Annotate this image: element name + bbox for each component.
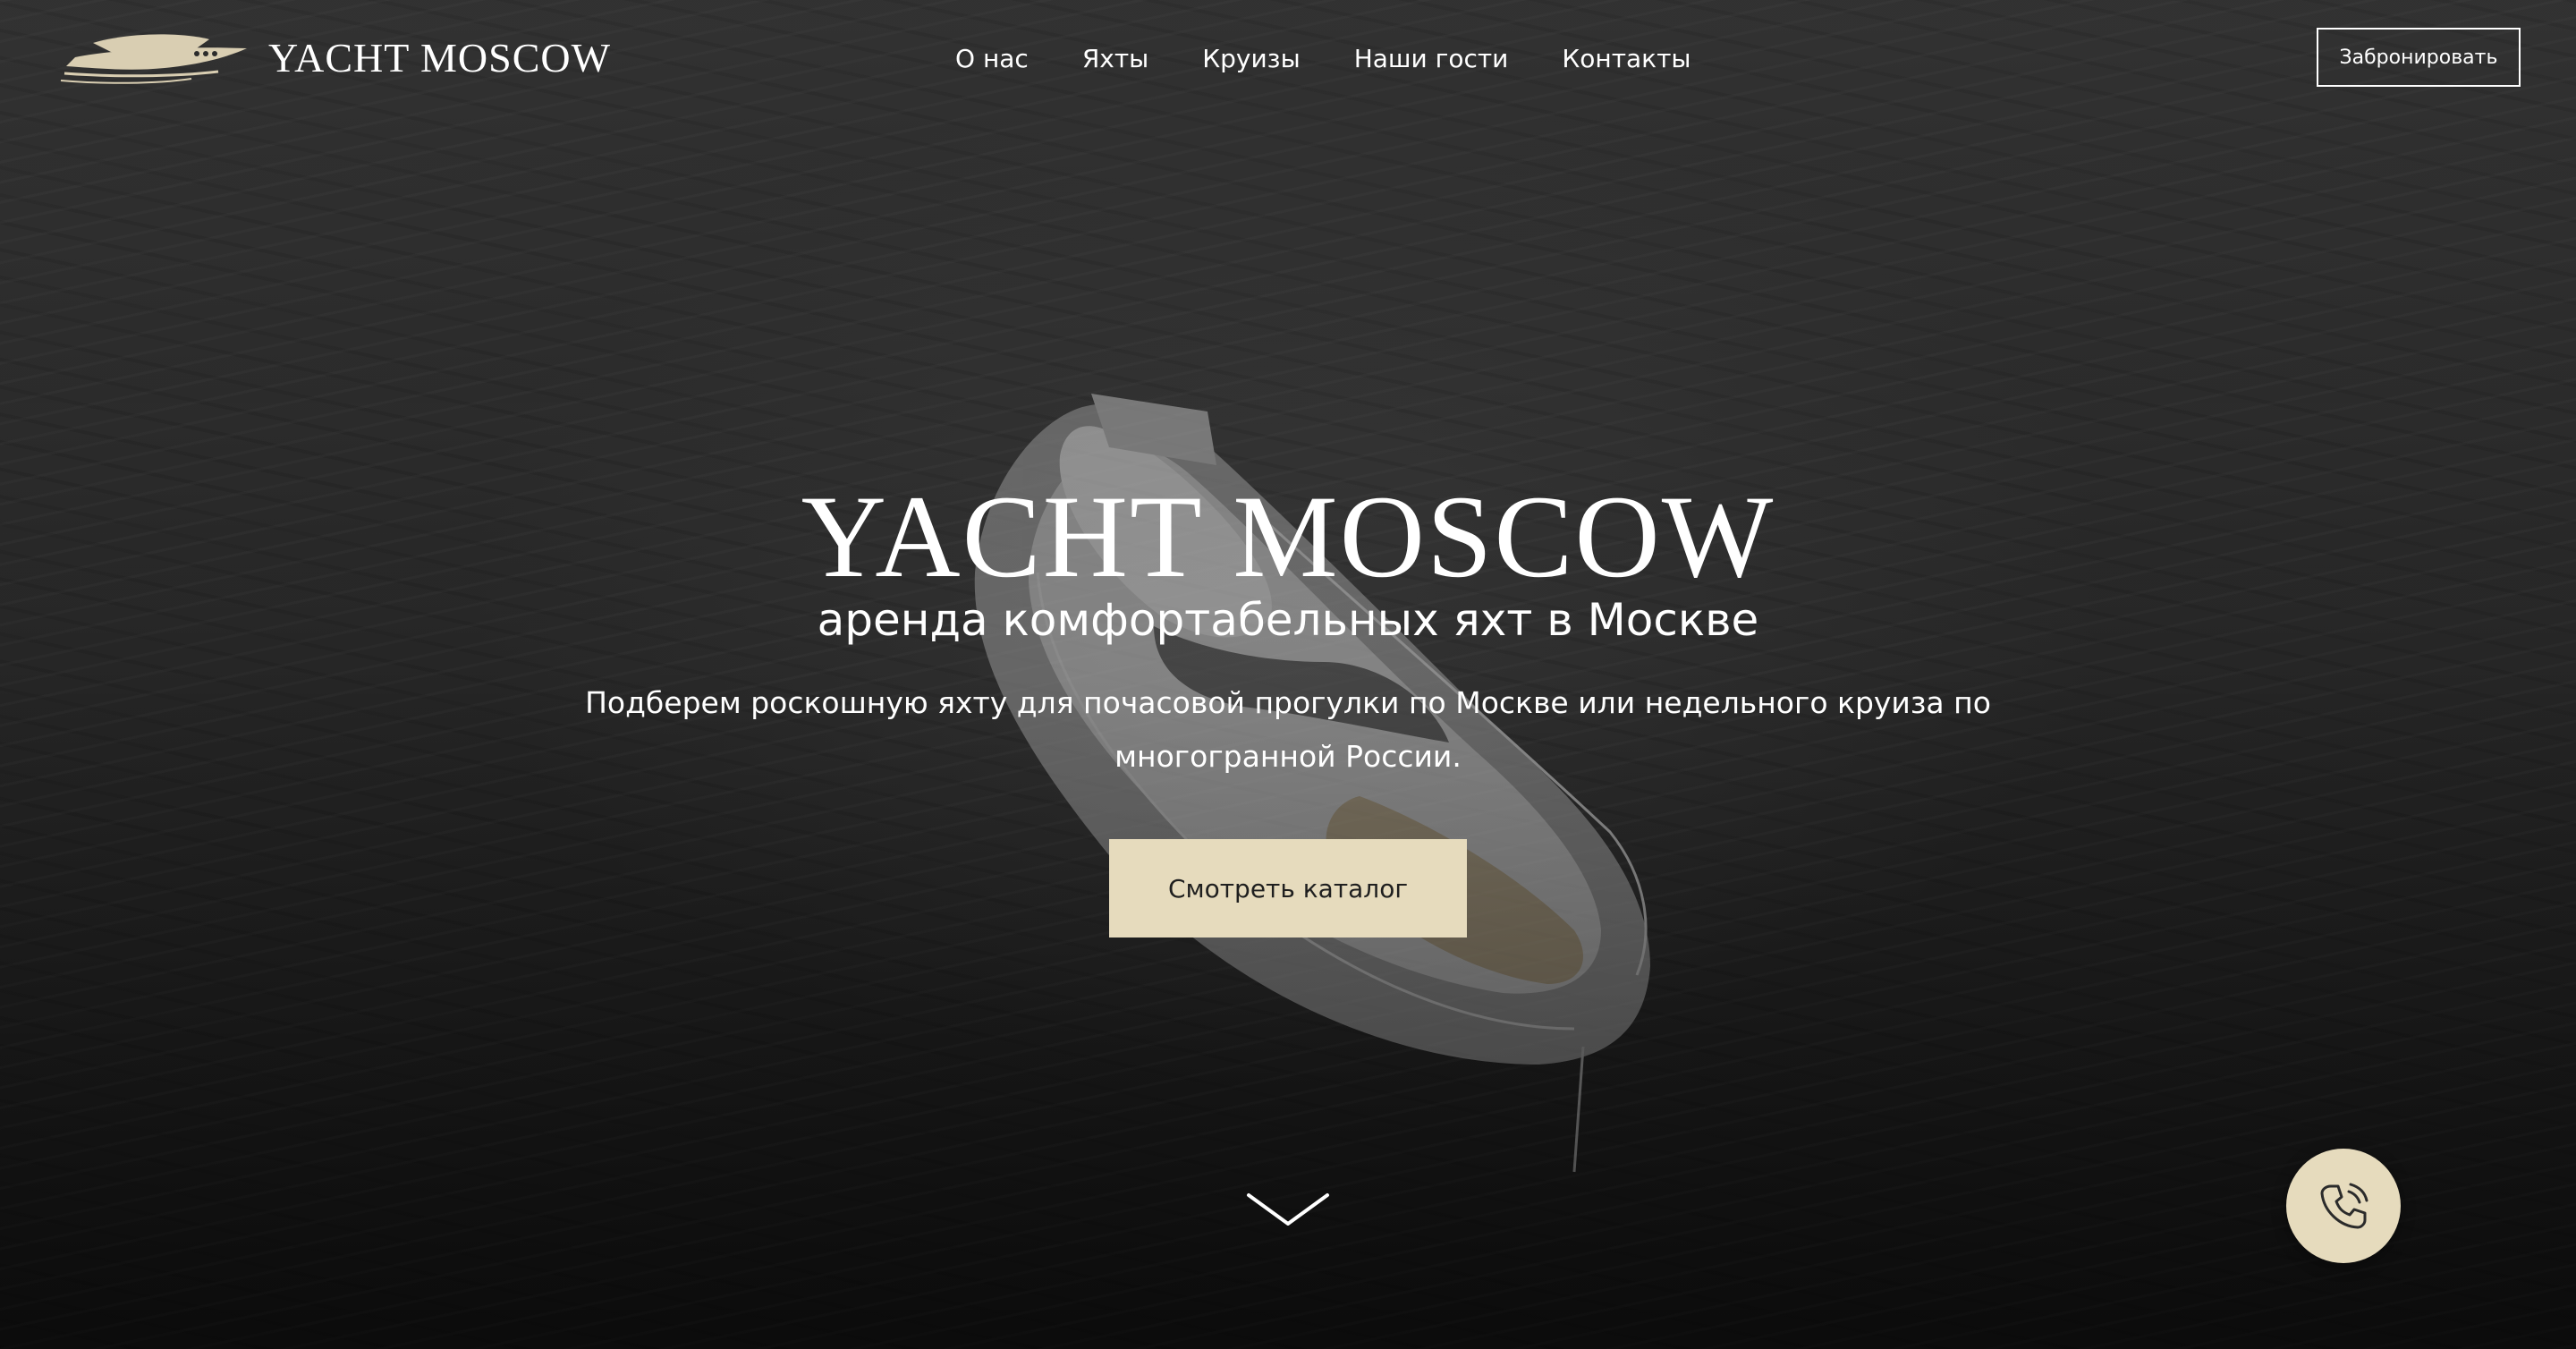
nav-item-cruises[interactable]: Круизы <box>1202 39 1300 79</box>
nav-item-guests[interactable]: Наши гости <box>1354 39 1509 79</box>
logo-link[interactable]: YACHT MOSCOW <box>57 27 611 89</box>
chevron-down-icon[interactable] <box>1245 1190 1331 1229</box>
hero-subtitle: аренда комфортабельных яхт в Москве <box>817 594 1759 646</box>
logo-text: YACHT MOSCOW <box>268 35 612 81</box>
hero-description: Подберем роскошную яхту для почасовой пр… <box>585 685 1991 774</box>
phone-icon <box>2320 1183 2368 1229</box>
site-header: YACHT MOSCOW О нас Яхты Круизы Наши гост… <box>0 0 2576 116</box>
nav-item-contacts[interactable]: Контакты <box>1562 39 1690 79</box>
dark-overlay <box>0 0 2576 1349</box>
nav-item-about[interactable]: О нас <box>955 39 1029 79</box>
call-button[interactable] <box>2286 1149 2401 1263</box>
hero-title: YACHT MOSCOW <box>801 471 1775 602</box>
hero-section: YACHT MOSCOW О нас Яхты Круизы Наши гост… <box>0 0 2576 1349</box>
main-nav: О нас Яхты Круизы Наши гости Контакты <box>955 39 1691 79</box>
water-background <box>0 0 2576 1349</box>
yacht-logo-icon <box>60 34 247 84</box>
yacht-image <box>974 394 1650 1173</box>
book-button[interactable]: Забронировать <box>2317 28 2521 87</box>
view-catalog-button[interactable]: Смотреть каталог <box>1109 839 1467 938</box>
nav-item-yachts[interactable]: Яхты <box>1082 39 1148 79</box>
